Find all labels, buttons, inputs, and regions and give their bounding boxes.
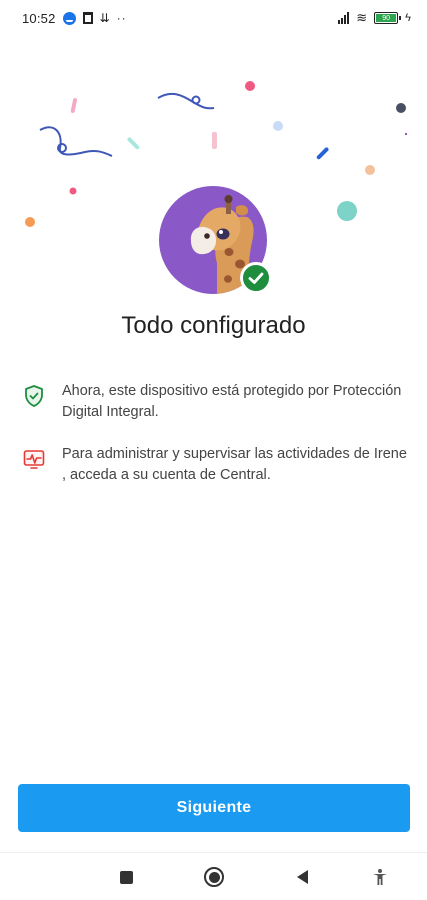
accessibility-icon [373,869,387,885]
protection-text: Ahora, este dispositivo está protegido p… [62,383,402,420]
download-icon: ⇊ [99,11,110,25]
manage-text: Para administrar y supervisar las activi… [62,446,407,483]
protection-info: Ahora, este dispositivo está protegido p… [22,381,414,423]
signal-icon [338,12,350,24]
battery-level: 90 [376,14,397,22]
messenger-icon [62,11,76,25]
recents-button[interactable] [114,865,138,889]
status-bar: 10:52 ⇊ ·· ≋ 90 ϟ [0,0,427,36]
status-right: ≋ 90 ϟ [338,10,411,26]
shield-check-icon [22,384,46,408]
avatar [159,186,272,296]
check-badge-icon [240,262,272,294]
next-button[interactable]: Siguiente [18,784,410,832]
back-icon [296,870,308,884]
android-navigation-bar [0,852,427,900]
manage-info: Para administrar y supervisar las activi… [22,444,414,486]
recents-icon [119,870,133,884]
status-time: 10:52 [22,10,56,26]
accessibility-button[interactable] [368,865,392,889]
status-left: 10:52 ⇊ ·· [22,11,127,26]
page-title: Todo configurado [121,312,306,339]
battery-icon: 90 [374,12,402,24]
wifi-icon: ≋ [356,10,368,25]
more-dots-icon: ·· [116,11,127,25]
charging-bolt-icon: ϟ [405,12,411,24]
home-icon [204,867,224,887]
back-button[interactable] [290,865,314,889]
home-button[interactable] [202,865,226,889]
trash-icon [82,12,93,24]
activity-monitor-icon [22,447,46,471]
